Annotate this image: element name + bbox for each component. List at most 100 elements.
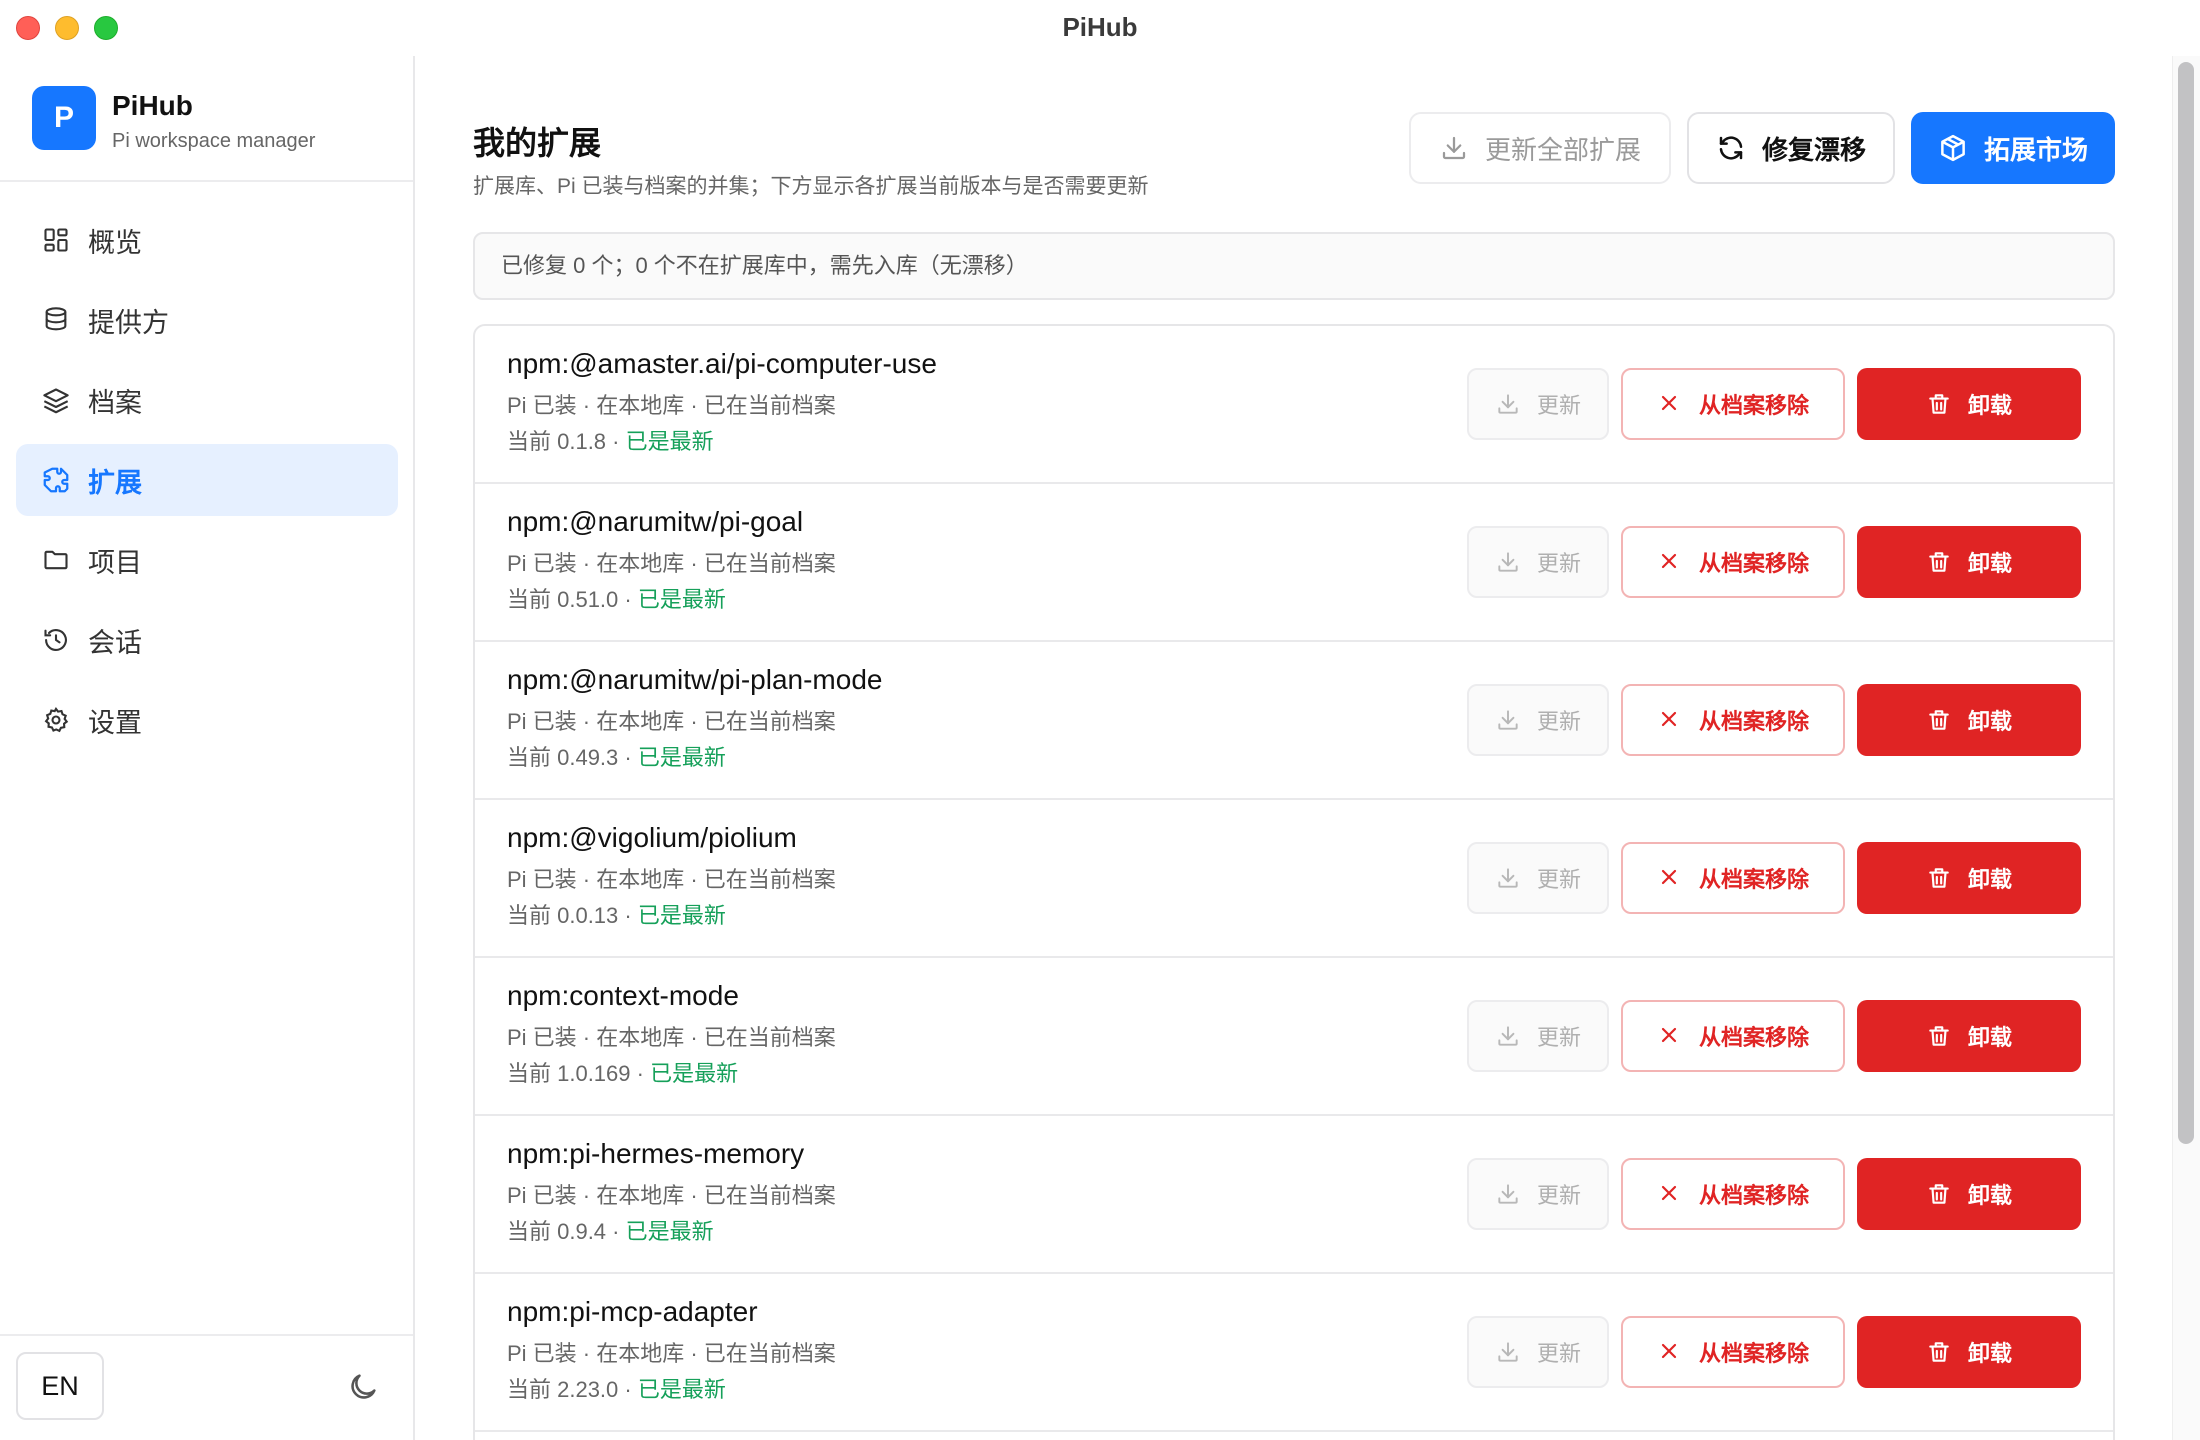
remove-label: 从档案移除 xyxy=(1698,1341,1809,1366)
extension-row: npm:@narumitw/pi-goal Pi 已装 · 在本地库 · 已在当… xyxy=(475,484,2113,642)
download-icon xyxy=(1495,707,1521,733)
sidebar-item-extensions[interactable]: 扩展 xyxy=(16,444,398,516)
remove-from-profile-button[interactable]: 从档案移除 xyxy=(1621,1000,1845,1072)
extension-name: npm:@narumitw/pi-plan-mode xyxy=(507,664,883,695)
update-button[interactable]: 更新 xyxy=(1467,684,1609,756)
update-label: 更新 xyxy=(1536,709,1581,734)
update-button[interactable]: 更新 xyxy=(1467,1158,1609,1230)
uninstall-button[interactable]: 卸载 xyxy=(1857,526,2081,598)
sidebar-item-settings[interactable]: 设置 xyxy=(16,684,398,756)
uninstall-button[interactable]: 卸载 xyxy=(1857,1158,2081,1230)
download-icon xyxy=(1495,1339,1521,1365)
extension-meta: Pi 已装 · 在本地库 · 已在当前档案 xyxy=(507,1183,836,1208)
download-icon xyxy=(1495,865,1521,891)
download-icon xyxy=(1495,549,1521,575)
update-button[interactable]: 更新 xyxy=(1467,1000,1609,1072)
extension-version-text: 当前 0.1.8 · xyxy=(507,429,626,454)
close-icon xyxy=(1657,1339,1683,1365)
extension-row: npm:pi-mcp-adapter Pi 已装 · 在本地库 · 已在当前档案… xyxy=(475,1274,2113,1432)
extension-status: 已是最新 xyxy=(637,1377,726,1402)
extension-meta: Pi 已装 · 在本地库 · 已在当前档案 xyxy=(507,867,836,892)
fix-drift-label: 修复漂移 xyxy=(1761,134,1866,165)
uninstall-label: 卸载 xyxy=(1967,709,2012,734)
extension-status: 已是最新 xyxy=(637,587,726,612)
history-icon xyxy=(40,624,72,656)
uninstall-label: 卸载 xyxy=(1967,1341,2012,1366)
page-title: 我的扩展 xyxy=(473,125,602,161)
extension-version: 当前 1.0.169 · 已是最新 xyxy=(507,1056,738,1088)
extension-market-button[interactable]: 拓展市场 xyxy=(1911,112,2115,184)
extension-version-text: 当前 0.49.3 · xyxy=(507,745,638,770)
extension-name: npm:@narumitw/pi-goal xyxy=(507,506,804,537)
remove-from-profile-button[interactable]: 从档案移除 xyxy=(1621,368,1845,440)
uninstall-button[interactable]: 卸载 xyxy=(1857,842,2081,914)
close-icon xyxy=(1657,391,1683,417)
trash-icon xyxy=(1926,1023,1952,1049)
update-button[interactable]: 更新 xyxy=(1467,368,1609,440)
remove-label: 从档案移除 xyxy=(1698,709,1809,734)
sidebar-item-projects[interactable]: 项目 xyxy=(16,524,398,596)
extension-meta: Pi 已装 · 在本地库 · 已在当前档案 xyxy=(507,1025,836,1050)
folder-icon xyxy=(40,544,72,576)
extension-version-text: 当前 2.23.0 · xyxy=(507,1377,638,1402)
extension-market-label: 拓展市场 xyxy=(1983,134,2088,165)
update-label: 更新 xyxy=(1536,1025,1581,1050)
remove-label: 从档案移除 xyxy=(1698,867,1809,892)
close-icon xyxy=(1657,549,1683,575)
sidebar-item-label: 会话 xyxy=(88,627,142,658)
extension-meta: Pi 已装 · 在本地库 · 已在当前档案 xyxy=(507,709,836,734)
scrollbar-thumb[interactable] xyxy=(2178,62,2194,1144)
extension-name: npm:@vigolium/piolium xyxy=(507,822,797,853)
remove-from-profile-button[interactable]: 从档案移除 xyxy=(1621,526,1845,598)
extension-row: npm:pi-hermes-memory Pi 已装 · 在本地库 · 已在当前… xyxy=(475,1116,2113,1274)
update-button[interactable]: 更新 xyxy=(1467,842,1609,914)
remove-from-profile-button[interactable]: 从档案移除 xyxy=(1621,842,1845,914)
app-logo: P xyxy=(32,86,96,150)
extension-list: npm:@amaster.ai/pi-computer-use Pi 已装 · … xyxy=(473,324,2115,1440)
extension-name: npm:@amaster.ai/pi-computer-use xyxy=(507,348,937,379)
update-label: 更新 xyxy=(1536,867,1581,892)
trash-icon xyxy=(1926,391,1952,417)
fix-drift-button[interactable]: 修复漂移 xyxy=(1687,112,1895,184)
sidebar-item-sessions[interactable]: 会话 xyxy=(16,604,398,676)
remove-from-profile-button[interactable]: 从档案移除 xyxy=(1621,1158,1845,1230)
extension-version-text: 当前 0.0.13 · xyxy=(507,903,638,928)
app-name: PiHub xyxy=(112,90,193,121)
uninstall-label: 卸载 xyxy=(1967,551,2012,576)
download-icon xyxy=(1495,1023,1521,1049)
sidebar-item-overview[interactable]: 概览 xyxy=(16,204,398,276)
update-label: 更新 xyxy=(1536,551,1581,576)
app-subtitle: Pi workspace manager xyxy=(112,130,316,152)
uninstall-button[interactable]: 卸载 xyxy=(1857,1000,2081,1072)
uninstall-button[interactable]: 卸载 xyxy=(1857,1316,2081,1388)
sidebar-item-label: 项目 xyxy=(88,547,142,578)
extension-name: npm:context-mode xyxy=(507,980,739,1011)
page-subtitle: 扩展库、Pi 已装与档案的并集；下方显示各扩展当前版本与是否需要更新 xyxy=(473,175,1149,198)
remove-label: 从档案移除 xyxy=(1698,393,1809,418)
remove-label: 从档案移除 xyxy=(1698,1025,1809,1050)
sidebar-item-label: 概览 xyxy=(88,227,142,258)
sidebar-item-profiles[interactable]: 档案 xyxy=(16,364,398,436)
moon-icon[interactable] xyxy=(346,1370,386,1410)
sidebar-item-label: 设置 xyxy=(88,707,142,738)
update-button[interactable]: 更新 xyxy=(1467,1316,1609,1388)
uninstall-button[interactable]: 卸载 xyxy=(1857,368,2081,440)
layers-icon xyxy=(40,384,72,416)
remove-from-profile-button[interactable]: 从档案移除 xyxy=(1621,684,1845,756)
close-icon xyxy=(1657,1181,1683,1207)
language-toggle-button[interactable]: EN xyxy=(16,1352,104,1420)
download-icon xyxy=(1439,133,1469,163)
brand: P PiHub Pi workspace manager xyxy=(32,86,392,156)
uninstall-button[interactable]: 卸载 xyxy=(1857,684,2081,756)
update-all-extensions-button[interactable]: 更新全部扩展 xyxy=(1409,112,1671,184)
sidebar-item-providers[interactable]: 提供方 xyxy=(16,284,398,356)
extension-status: 已是最新 xyxy=(650,1061,739,1086)
remove-from-profile-button[interactable]: 从档案移除 xyxy=(1621,1316,1845,1388)
package-icon xyxy=(1938,133,1968,163)
sidebar-item-label: 档案 xyxy=(88,387,142,418)
uninstall-label: 卸载 xyxy=(1967,1025,2012,1050)
trash-icon xyxy=(1926,549,1952,575)
update-button[interactable]: 更新 xyxy=(1467,526,1609,598)
close-icon xyxy=(1657,865,1683,891)
extension-version: 当前 0.51.0 · 已是最新 xyxy=(507,582,726,614)
